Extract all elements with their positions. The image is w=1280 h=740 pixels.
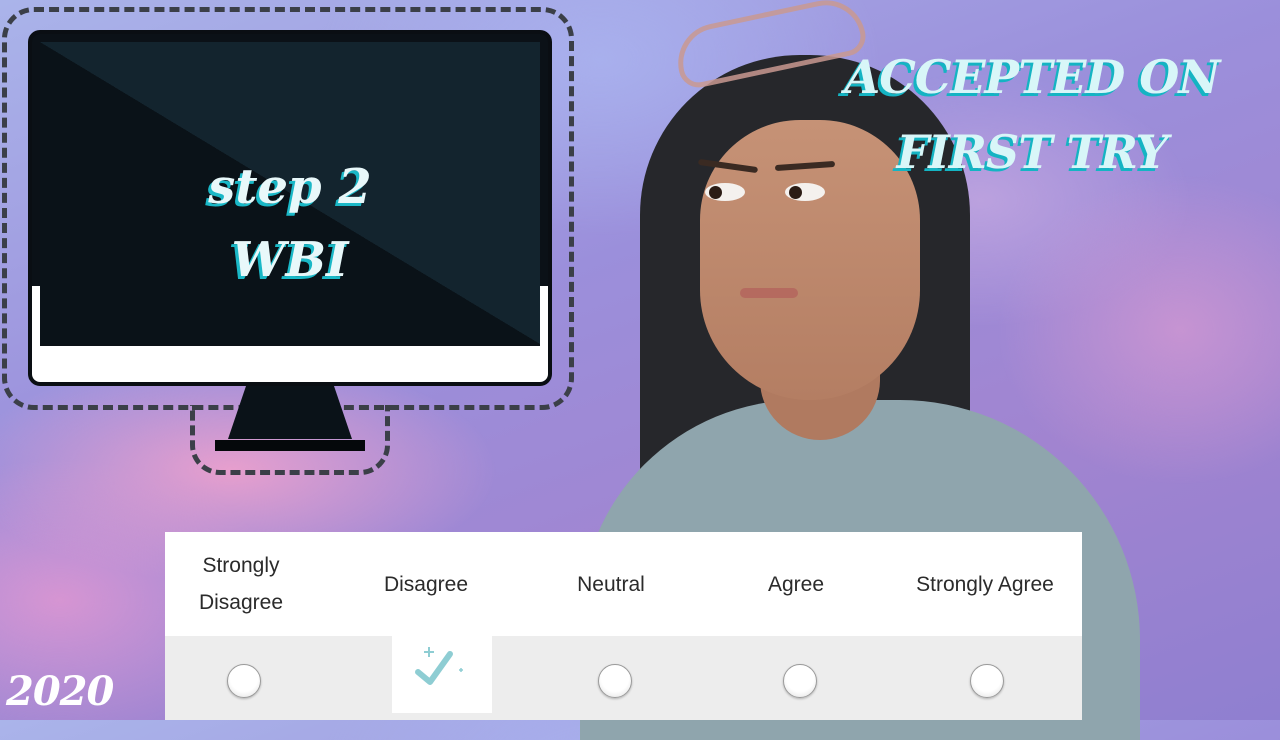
monitor-stand-neck <box>228 386 352 439</box>
radio-strongly-disagree[interactable] <box>227 664 261 698</box>
headline-line-1: ACCEPTED ON <box>844 50 1221 104</box>
rating-header-row: Strongly Disagree Disagree Neutral Agree … <box>165 532 1082 636</box>
mouth <box>740 288 798 298</box>
radio-disagree-selected[interactable] <box>392 636 492 713</box>
monitor-bezel-right <box>540 286 548 346</box>
label-strongly-disagree: Strongly Disagree <box>165 532 317 636</box>
year-label: 2020 <box>6 668 114 715</box>
label-neutral: Neutral <box>577 572 645 596</box>
label-strongly-agree: Strongly Agree <box>916 572 1054 596</box>
monitor-stand-base <box>215 440 365 451</box>
monitor-title: step 2 <box>208 159 372 215</box>
checkmark-sparkle-icon <box>415 647 463 685</box>
monitor-bezel-left <box>32 286 40 346</box>
likert-rating-scale: Strongly Disagree Disagree Neutral Agree … <box>165 532 1082 720</box>
label-line: Disagree <box>198 591 284 614</box>
monitor-chin <box>32 346 548 382</box>
rating-radio-row <box>165 636 1082 720</box>
monitor-subtitle: WBI <box>231 232 349 288</box>
label-line: Strongly <box>202 554 280 577</box>
label-disagree: Disagree <box>383 572 469 596</box>
radio-neutral[interactable] <box>598 664 632 698</box>
eye-left <box>705 183 745 201</box>
monitor-graphic: step 2 WBI <box>28 30 552 386</box>
label-agree: Agree <box>767 572 825 596</box>
eye-right <box>785 183 825 201</box>
headline-line-2: FIRST TRY <box>896 125 1169 179</box>
radio-strongly-agree[interactable] <box>970 664 1004 698</box>
radio-agree[interactable] <box>783 664 817 698</box>
